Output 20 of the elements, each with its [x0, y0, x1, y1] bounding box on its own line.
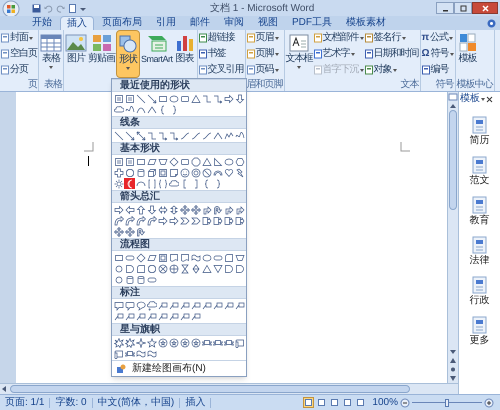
- group-label: 文本: [400, 80, 419, 90]
- section-header: 流程图: [112, 238, 246, 251]
- section-header: 线条: [112, 116, 246, 129]
- window-title: 文档 1 - Microsoft Word: [210, 2, 314, 16]
- section-header: 星与旗帜: [112, 323, 246, 336]
- section-header: 基本形状: [112, 142, 246, 155]
- zoom-percent: 100%: [372, 398, 398, 408]
- group-label: 模板中心: [456, 80, 493, 90]
- group-label: 眉和页脚: [246, 80, 283, 90]
- status-item: 中文(简体，中国): [92, 398, 180, 408]
- status-item: 插入: [180, 398, 212, 408]
- section-header: 标注: [112, 286, 246, 299]
- status-item: 页面: 1/1: [0, 398, 50, 408]
- group-label: 符号: [436, 80, 454, 90]
- section-header: 最近使用的形状: [112, 79, 246, 92]
- section-header: 箭头总汇: [112, 190, 246, 203]
- status-item: 字数: 0: [50, 398, 93, 408]
- group-label: 页: [28, 80, 37, 90]
- pane-title: 模板: [460, 94, 480, 104]
- group-label: 表格: [44, 80, 62, 90]
